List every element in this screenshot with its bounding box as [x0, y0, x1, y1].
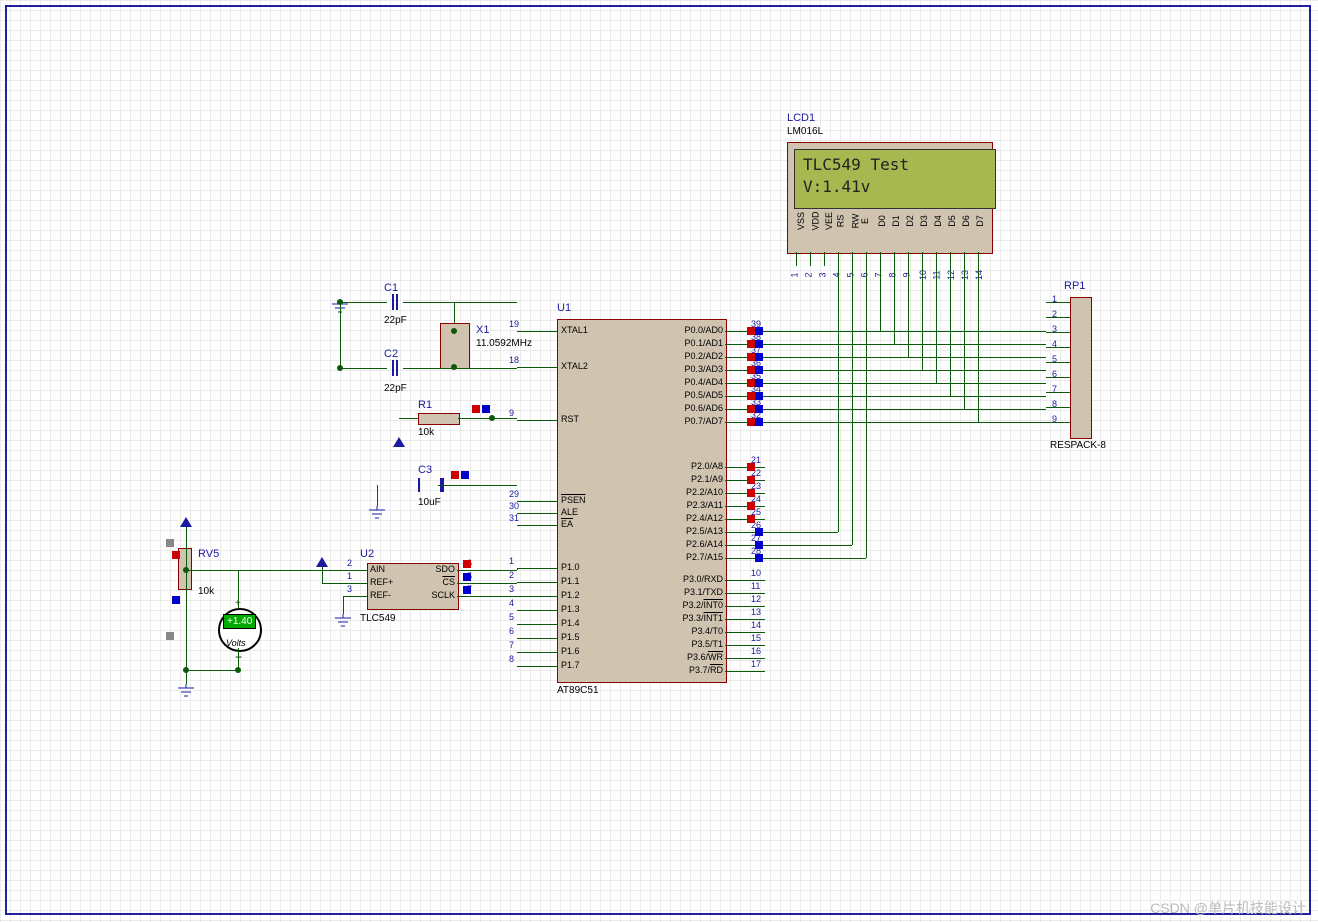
u2-part: TLC549: [360, 613, 396, 624]
c1-capacitor[interactable]: [389, 294, 401, 310]
c2-capacitor[interactable]: [389, 360, 401, 376]
lcd-screen: TLC549 Test V:1.41v: [794, 149, 996, 209]
c2-val: 22pF: [384, 383, 407, 394]
x1-ref: X1: [476, 324, 489, 336]
rp1-part: RESPACK-8: [1050, 440, 1106, 451]
c3-ref: C3: [418, 464, 432, 476]
rv5-val: 10k: [198, 586, 214, 597]
c1-ref: C1: [384, 282, 398, 294]
power-u2: [316, 557, 328, 567]
lcd-ref: LCD1: [787, 112, 815, 124]
rp1-ref: RP1: [1064, 280, 1085, 292]
r1-val: 10k: [418, 427, 434, 438]
u1-ref: U1: [557, 302, 571, 314]
lcd-line1: TLC549 Test: [803, 154, 987, 176]
rv5-ref: RV5: [198, 548, 219, 560]
gnd-c3: [367, 506, 387, 522]
schematic-canvas[interactable]: TLC549 Test V:1.41v LCD1 LM016L VSS1VDD2…: [0, 0, 1318, 922]
c2-ref: C2: [384, 348, 398, 360]
meter-reading: +1.40: [223, 614, 256, 629]
c3-val: 10uF: [418, 497, 441, 508]
lcd-component[interactable]: TLC549 Test V:1.41v: [787, 142, 993, 254]
r1-ref: R1: [418, 399, 432, 411]
watermark: CSDN @单片机技能设计: [1150, 898, 1306, 918]
r1-resistor[interactable]: [418, 413, 460, 425]
u2-ref: U2: [360, 548, 374, 560]
rp1-component[interactable]: [1070, 297, 1092, 439]
meter-unit: Volts: [226, 638, 246, 648]
c1-val: 22pF: [384, 315, 407, 326]
gnd-u2: [333, 614, 353, 630]
gnd-rv5: [176, 684, 196, 700]
x1-val: 11.0592MHz: [476, 338, 532, 349]
lcd-part: LM016L: [787, 126, 823, 137]
lcd-line2: V:1.41v: [803, 176, 987, 198]
u1-part: AT89C51: [557, 685, 599, 696]
power-r1: [393, 437, 405, 447]
power-rv5: [180, 517, 192, 527]
